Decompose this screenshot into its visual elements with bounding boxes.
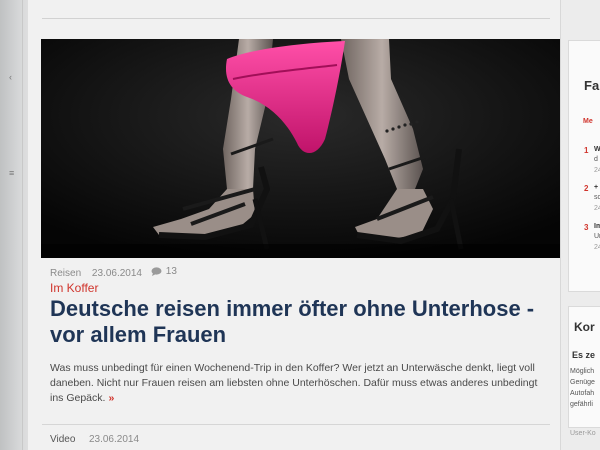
sidebar-item-date: 24 bbox=[594, 205, 600, 212]
next-article-meta: Video 23.06.2014 bbox=[50, 434, 139, 445]
divider bbox=[42, 18, 550, 19]
sidebar-comment-line: gefährli bbox=[570, 401, 593, 408]
main-column: Reisen 23.06.2014 13 Im Koffer Deutsche … bbox=[28, 0, 561, 450]
sidebar-item-number: 1 bbox=[584, 146, 589, 155]
sidebar-comment-line: Möglich bbox=[570, 368, 595, 375]
rail-menu-icon: ≡ bbox=[9, 168, 15, 178]
article-image[interactable] bbox=[41, 39, 560, 258]
teaser-text: Was muss unbedingt für einen Wochenend-T… bbox=[50, 362, 538, 404]
article-category[interactable]: Reisen bbox=[50, 268, 81, 279]
sidebar-item-number: 3 bbox=[584, 223, 589, 232]
divider bbox=[42, 424, 550, 425]
right-sidebar: Fa Me 1 W d 24 2 + sc 24 3 Im Ur 24 Kor … bbox=[566, 0, 600, 450]
sidebar-item-title[interactable]: Im bbox=[594, 223, 600, 230]
sidebar-item-date: 24 bbox=[594, 167, 600, 174]
sidebar-popular-title: Fa bbox=[584, 78, 600, 93]
comment-count: 13 bbox=[165, 266, 177, 277]
sidebar-item-title[interactable]: Ur bbox=[594, 233, 600, 240]
sidebar-item-date: 24 bbox=[594, 244, 600, 251]
sidebar-comments-subtitle[interactable]: Es ze bbox=[572, 350, 595, 360]
article-teaser: Was muss unbedingt für einen Wochenend-T… bbox=[50, 361, 550, 406]
comment-icon bbox=[151, 267, 162, 276]
sidebar-comments-title: Kor bbox=[574, 320, 595, 334]
sidebar-item-number: 2 bbox=[584, 184, 589, 193]
read-more-icon[interactable]: » bbox=[108, 392, 114, 404]
article-meta: Reisen 23.06.2014 13 bbox=[50, 266, 177, 279]
article-kicker[interactable]: Im Koffer bbox=[50, 281, 98, 295]
next-article-date: 23.06.2014 bbox=[88, 434, 140, 445]
sidebar-footer-label: User-Ko bbox=[570, 430, 596, 437]
left-rail: ‹ ≡ bbox=[0, 0, 23, 450]
legs-heels-image bbox=[41, 39, 560, 258]
sidebar-comment-line: Autofah bbox=[570, 390, 595, 397]
sidebar-item-title[interactable]: + bbox=[594, 184, 598, 191]
comment-count-link[interactable]: 13 bbox=[151, 266, 177, 277]
rail-arrow-icon: ‹ bbox=[9, 72, 12, 82]
sidebar-item-title[interactable]: d bbox=[594, 156, 598, 163]
sidebar-tab-most-read[interactable]: Me bbox=[583, 118, 593, 125]
next-article-category[interactable]: Video bbox=[50, 434, 75, 445]
sidebar-item-title[interactable]: W bbox=[594, 146, 600, 153]
article-date: 23.06.2014 bbox=[91, 268, 142, 279]
sidebar-comment-line: Genüge bbox=[570, 379, 595, 386]
sidebar-item-title[interactable]: sc bbox=[594, 194, 600, 201]
article-headline[interactable]: Deutsche reisen immer öfter ohne Unterho… bbox=[50, 296, 550, 348]
